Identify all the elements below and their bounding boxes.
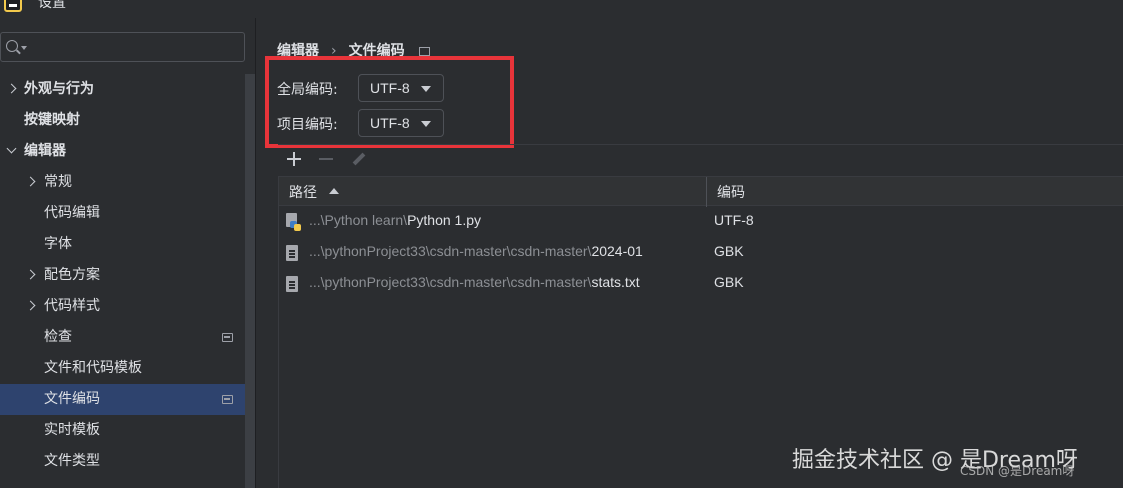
project-scope-icon <box>222 395 233 404</box>
sort-ascending-icon[interactable] <box>329 188 339 194</box>
sidebar-item-label: 外观与行为 <box>24 81 94 97</box>
sidebar-item-label: 文件类型 <box>44 453 100 469</box>
window-title: 设置 <box>38 0 66 11</box>
title-bar: 设置 <box>0 0 1123 18</box>
file-name: 2024-01 <box>591 243 643 259</box>
table-row[interactable]: ...\pythonProject33\csdn-master\csdn-mas… <box>279 269 1123 300</box>
file-name: stats.txt <box>591 274 640 290</box>
sidebar-item-label: 编辑器 <box>24 143 66 159</box>
table-row[interactable]: ...\Python learn\Python 1.py UTF-8 <box>279 207 1123 238</box>
text-file-icon <box>286 276 298 292</box>
sidebar-item[interactable]: 代码样式 <box>0 291 245 322</box>
sidebar-item-label: 代码样式 <box>44 298 100 314</box>
file-path: ...\Python learn\Python 1.py <box>309 212 481 228</box>
file-encoding[interactable]: GBK <box>714 274 744 290</box>
file-name: Python 1.py <box>407 212 481 228</box>
sidebar-item-label: 常规 <box>44 174 72 190</box>
sidebar-item-label: 代码编辑 <box>44 205 100 221</box>
search-options-caret-icon[interactable] <box>21 46 27 50</box>
sidebar-item[interactable]: 按键映射 <box>0 105 245 136</box>
sidebar-item-label: 配色方案 <box>44 267 100 283</box>
file-path: ...\pythonProject33\csdn-master\csdn-mas… <box>309 243 643 259</box>
column-header-path[interactable]: 路径 <box>289 182 317 202</box>
project-scope-icon <box>222 333 233 342</box>
table-toolbar <box>278 144 1123 172</box>
annotation-highlight-box <box>265 56 514 148</box>
sidebar-item[interactable]: 实时模板 <box>0 415 245 446</box>
sidebar-item-label: 按键映射 <box>24 112 80 128</box>
sidebar-item-label: 文件编码 <box>44 391 100 407</box>
watermark-small: CSDN @是Dream呀 <box>960 464 1075 478</box>
file-path-prefix: ...\pythonProject33\csdn-master\csdn-mas… <box>309 274 592 290</box>
chevron-right-icon[interactable] <box>25 176 36 187</box>
text-file-icon <box>286 245 298 261</box>
file-path: ...\pythonProject33\csdn-master\csdn-mas… <box>309 274 640 290</box>
chevron-right-icon[interactable] <box>25 269 36 280</box>
sidebar-item-label: 实时模板 <box>44 422 100 438</box>
chevron-down-icon[interactable] <box>6 143 17 154</box>
sidebar-item[interactable]: 配色方案 <box>0 260 245 291</box>
sidebar-item[interactable]: 外观与行为 <box>0 74 245 105</box>
sidebar-item-label: 字体 <box>44 236 72 252</box>
file-path-prefix: ...\Python learn\ <box>309 212 408 228</box>
sidebar-item[interactable]: 检查 <box>0 322 245 353</box>
sidebar-item[interactable]: 字体 <box>0 229 245 260</box>
file-encoding[interactable]: UTF-8 <box>714 212 754 228</box>
file-encoding[interactable]: GBK <box>714 243 744 259</box>
sidebar-scrollbar[interactable] <box>245 74 255 488</box>
project-scope-icon <box>418 46 430 56</box>
search-icon <box>6 40 18 52</box>
sidebar-item[interactable]: 文件类型 <box>0 446 245 477</box>
add-icon[interactable] <box>286 151 302 167</box>
table-header: 路径 编码 <box>279 176 1123 207</box>
sidebar-item[interactable]: 代码编辑 <box>0 198 245 229</box>
table-row[interactable]: ...\pythonProject33\csdn-master\csdn-mas… <box>279 238 1123 269</box>
sidebar-item[interactable]: 编辑器 <box>0 136 245 167</box>
sidebar-item[interactable]: 常规 <box>0 167 245 198</box>
settings-tree: 外观与行为按键映射编辑器常规代码编辑字体配色方案代码样式检查文件和代码模板 文件编… <box>0 74 245 477</box>
sidebar-item-label: 文件和代码模板 <box>44 360 142 376</box>
sidebar-item[interactable]: 文件和代码模板 <box>0 353 245 384</box>
column-divider[interactable] <box>706 177 707 207</box>
column-header-encoding[interactable]: 编码 <box>717 182 745 202</box>
sidebar-item[interactable]: 文件编码 <box>0 384 245 415</box>
settings-sidebar: 外观与行为按键映射编辑器常规代码编辑字体配色方案代码样式检查文件和代码模板 文件编… <box>0 18 256 488</box>
chevron-right-icon[interactable] <box>6 83 17 94</box>
edit-icon[interactable] <box>350 151 366 167</box>
settings-content: 编辑器 › 文件编码 全局编码: UTF-8 项目编码: UTF-8 路径 编码 .… <box>256 18 1123 488</box>
file-path-prefix: ...\pythonProject33\csdn-master\csdn-mas… <box>309 243 592 259</box>
search-input[interactable] <box>0 32 245 62</box>
app-logo-icon <box>4 0 22 12</box>
remove-icon[interactable] <box>318 151 334 167</box>
python-file-icon <box>286 213 301 231</box>
sidebar-item-label: 检查 <box>44 329 72 345</box>
chevron-right-icon[interactable] <box>25 300 36 311</box>
